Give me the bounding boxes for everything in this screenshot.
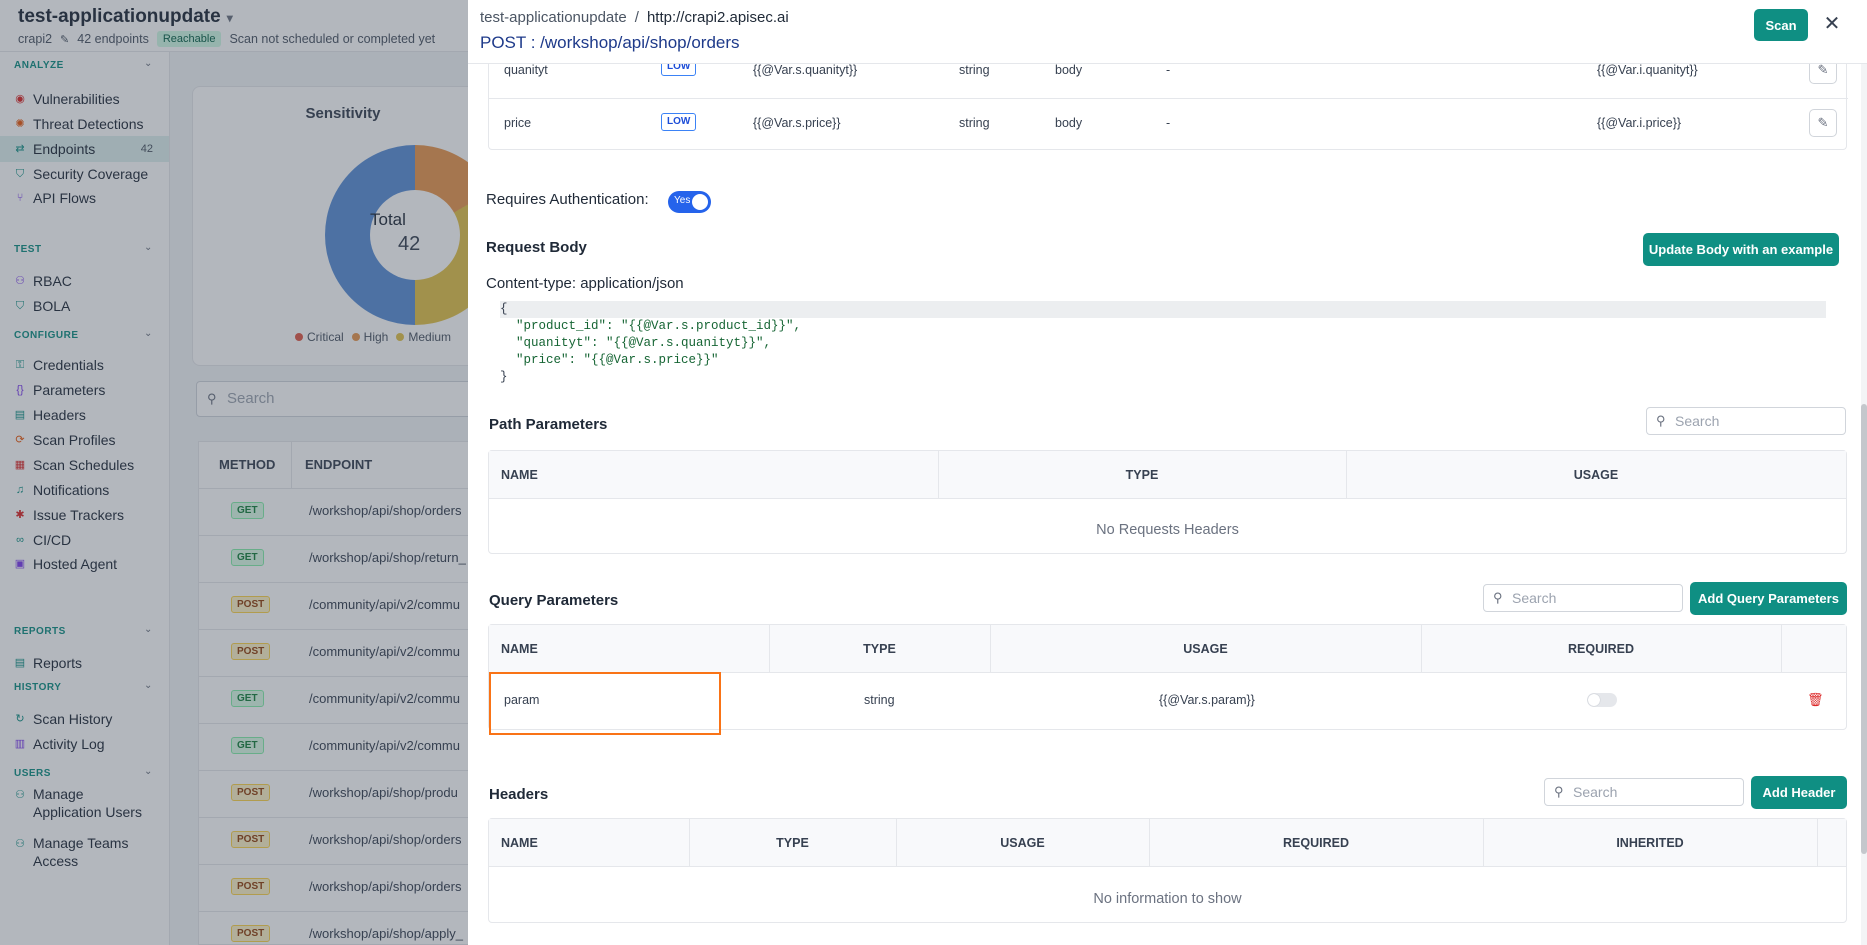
- empty-state: No information to show: [1093, 891, 1242, 907]
- code-line: "product_id": "{{@Var.s.product_id}}",: [516, 319, 802, 333]
- pencil-icon: ✎: [1817, 115, 1829, 130]
- headers-table: NAME TYPE USAGE REQUIRED INHERITED No in…: [488, 818, 1847, 923]
- toggle-knob: [692, 194, 708, 210]
- breadcrumb: test-applicationupdate / http://crapi2.api…: [480, 9, 789, 26]
- table-header: NAME TYPE USAGE REQUIRED: [489, 625, 1846, 673]
- empty-state: No Requests Headers: [1096, 522, 1239, 538]
- breadcrumb-separator: /: [634, 9, 639, 26]
- query-param-type: string: [864, 693, 895, 707]
- code-line: "quanityt": "{{@Var.s.quanityt}}",: [516, 336, 772, 350]
- param-name: price: [504, 116, 532, 130]
- column-divider: [1781, 625, 1782, 673]
- table-header: NAME TYPE USAGE REQUIRED INHERITED: [489, 819, 1846, 867]
- request-body-title: Request Body: [486, 239, 587, 256]
- scrollbar-thumb[interactable]: [1861, 404, 1867, 854]
- breadcrumb-url: http://crapi2.apisec.ai: [646, 9, 789, 26]
- param-usage: {{@Var.i.price}}: [1597, 116, 1682, 130]
- code-line: "price": "{{@Var.s.price}}": [516, 353, 719, 367]
- scan-button[interactable]: Scan: [1754, 9, 1808, 41]
- path-parameters-title: Path Parameters: [489, 416, 608, 433]
- column-header-name: NAME: [501, 468, 538, 482]
- request-body-code[interactable]: { "product_id": "{{@Var.s.product_id}}",…: [500, 301, 1826, 387]
- sensitivity-badge: LOW: [661, 113, 697, 131]
- drawer-scrollbar[interactable]: [1861, 64, 1867, 945]
- toggle-text: Yes: [674, 195, 691, 206]
- param-dash: -: [1166, 116, 1171, 130]
- search-placeholder: Search: [1512, 590, 1557, 606]
- drawer-header: test-applicationupdate / http://crapi2.api…: [468, 0, 1867, 64]
- close-icon[interactable]: ✕: [1820, 12, 1844, 36]
- search-icon: ⚲: [1493, 590, 1503, 605]
- param-value: {{@Var.s.price}}: [753, 116, 841, 130]
- search-placeholder: Search: [1675, 413, 1720, 429]
- requires-auth-toggle[interactable]: Yes: [668, 191, 711, 213]
- column-divider: [1817, 819, 1818, 867]
- table-row: price LOW {{@Var.s.price}} string body -…: [489, 98, 1848, 148]
- query-param-usage: {{@Var.s.param}}: [1159, 693, 1255, 707]
- code-close-brace: }: [500, 370, 508, 384]
- column-header-usage: USAGE: [1573, 468, 1619, 482]
- query-parameters-title: Query Parameters: [489, 592, 619, 609]
- column-header-type: TYPE: [863, 642, 896, 656]
- update-body-button[interactable]: Update Body with an example: [1643, 233, 1839, 266]
- table-header: NAME TYPE USAGE: [489, 451, 1846, 499]
- selection-highlight: [489, 672, 721, 735]
- endpoint-title: POST : /workshop/api/shop/orders: [480, 33, 740, 52]
- headers-search-input[interactable]: ⚲ Search: [1544, 778, 1744, 806]
- body-parameters-table: quanityt LOW {{@Var.s.quanityt}} string …: [488, 52, 1848, 150]
- add-header-button[interactable]: Add Header: [1751, 776, 1847, 809]
- column-header-type: TYPE: [776, 836, 809, 850]
- modal-overlay[interactable]: [0, 0, 468, 945]
- headers-title: Headers: [489, 786, 549, 803]
- search-icon: ⚲: [1656, 413, 1666, 428]
- trash-icon[interactable]: 🗑: [1807, 692, 1824, 708]
- column-header-inherited: INHERITED: [1616, 836, 1684, 850]
- column-header-usage: USAGE: [1183, 642, 1228, 656]
- requires-auth-label: Requires Authentication:: [486, 191, 649, 208]
- path-parameters-table: NAME TYPE USAGE No Requests Headers: [488, 450, 1847, 554]
- path-params-search-input[interactable]: ⚲ Search: [1646, 407, 1846, 435]
- toggle-knob: [1588, 694, 1600, 706]
- endpoint-detail-drawer: test-applicationupdate / http://crapi2.api…: [468, 0, 1867, 945]
- search-icon: ⚲: [1554, 784, 1564, 799]
- column-header-required: REQUIRED: [1568, 642, 1634, 656]
- query-params-search-input[interactable]: ⚲ Search: [1483, 584, 1683, 612]
- param-type: string: [959, 116, 990, 130]
- pencil-icon: ✎: [1817, 62, 1829, 77]
- add-query-parameters-button[interactable]: Add Query Parameters: [1690, 582, 1847, 615]
- search-placeholder: Search: [1573, 784, 1618, 800]
- code-open-brace: {: [500, 301, 1826, 318]
- param-location: body: [1055, 116, 1083, 130]
- column-header-usage: USAGE: [1000, 836, 1045, 850]
- column-header-required: REQUIRED: [1283, 836, 1349, 850]
- breadcrumb-app[interactable]: test-applicationupdate: [480, 9, 627, 26]
- column-header-name: NAME: [501, 642, 538, 656]
- edit-param-button[interactable]: ✎: [1809, 109, 1837, 137]
- content-type-label: Content-type: application/json: [486, 275, 684, 292]
- required-toggle[interactable]: [1587, 693, 1617, 707]
- column-header-name: NAME: [501, 836, 538, 850]
- column-header-type: TYPE: [1125, 468, 1159, 482]
